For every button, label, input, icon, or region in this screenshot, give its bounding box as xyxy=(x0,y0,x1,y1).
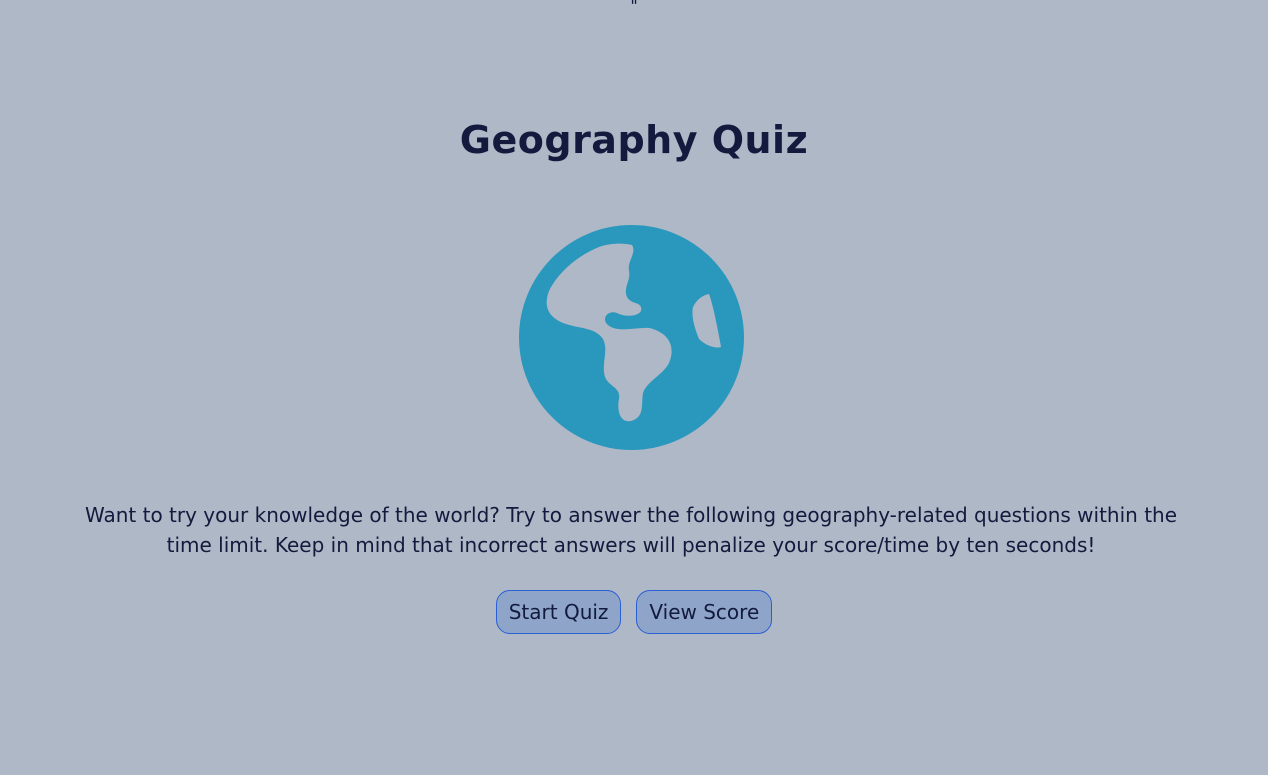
view-score-button[interactable]: View Score xyxy=(636,590,773,634)
page-title: Geography Quiz xyxy=(459,118,809,162)
stray-text: " xyxy=(630,0,638,15)
action-buttons: Start Quiz View Score xyxy=(0,590,1268,634)
start-quiz-button[interactable]: Start Quiz xyxy=(495,590,622,634)
globe-icon xyxy=(519,225,744,450)
quiz-description: Want to try your knowledge of the world?… xyxy=(84,503,1178,557)
quiz-start-page: " Geography Quiz Want to try your knowle… xyxy=(0,0,1268,775)
